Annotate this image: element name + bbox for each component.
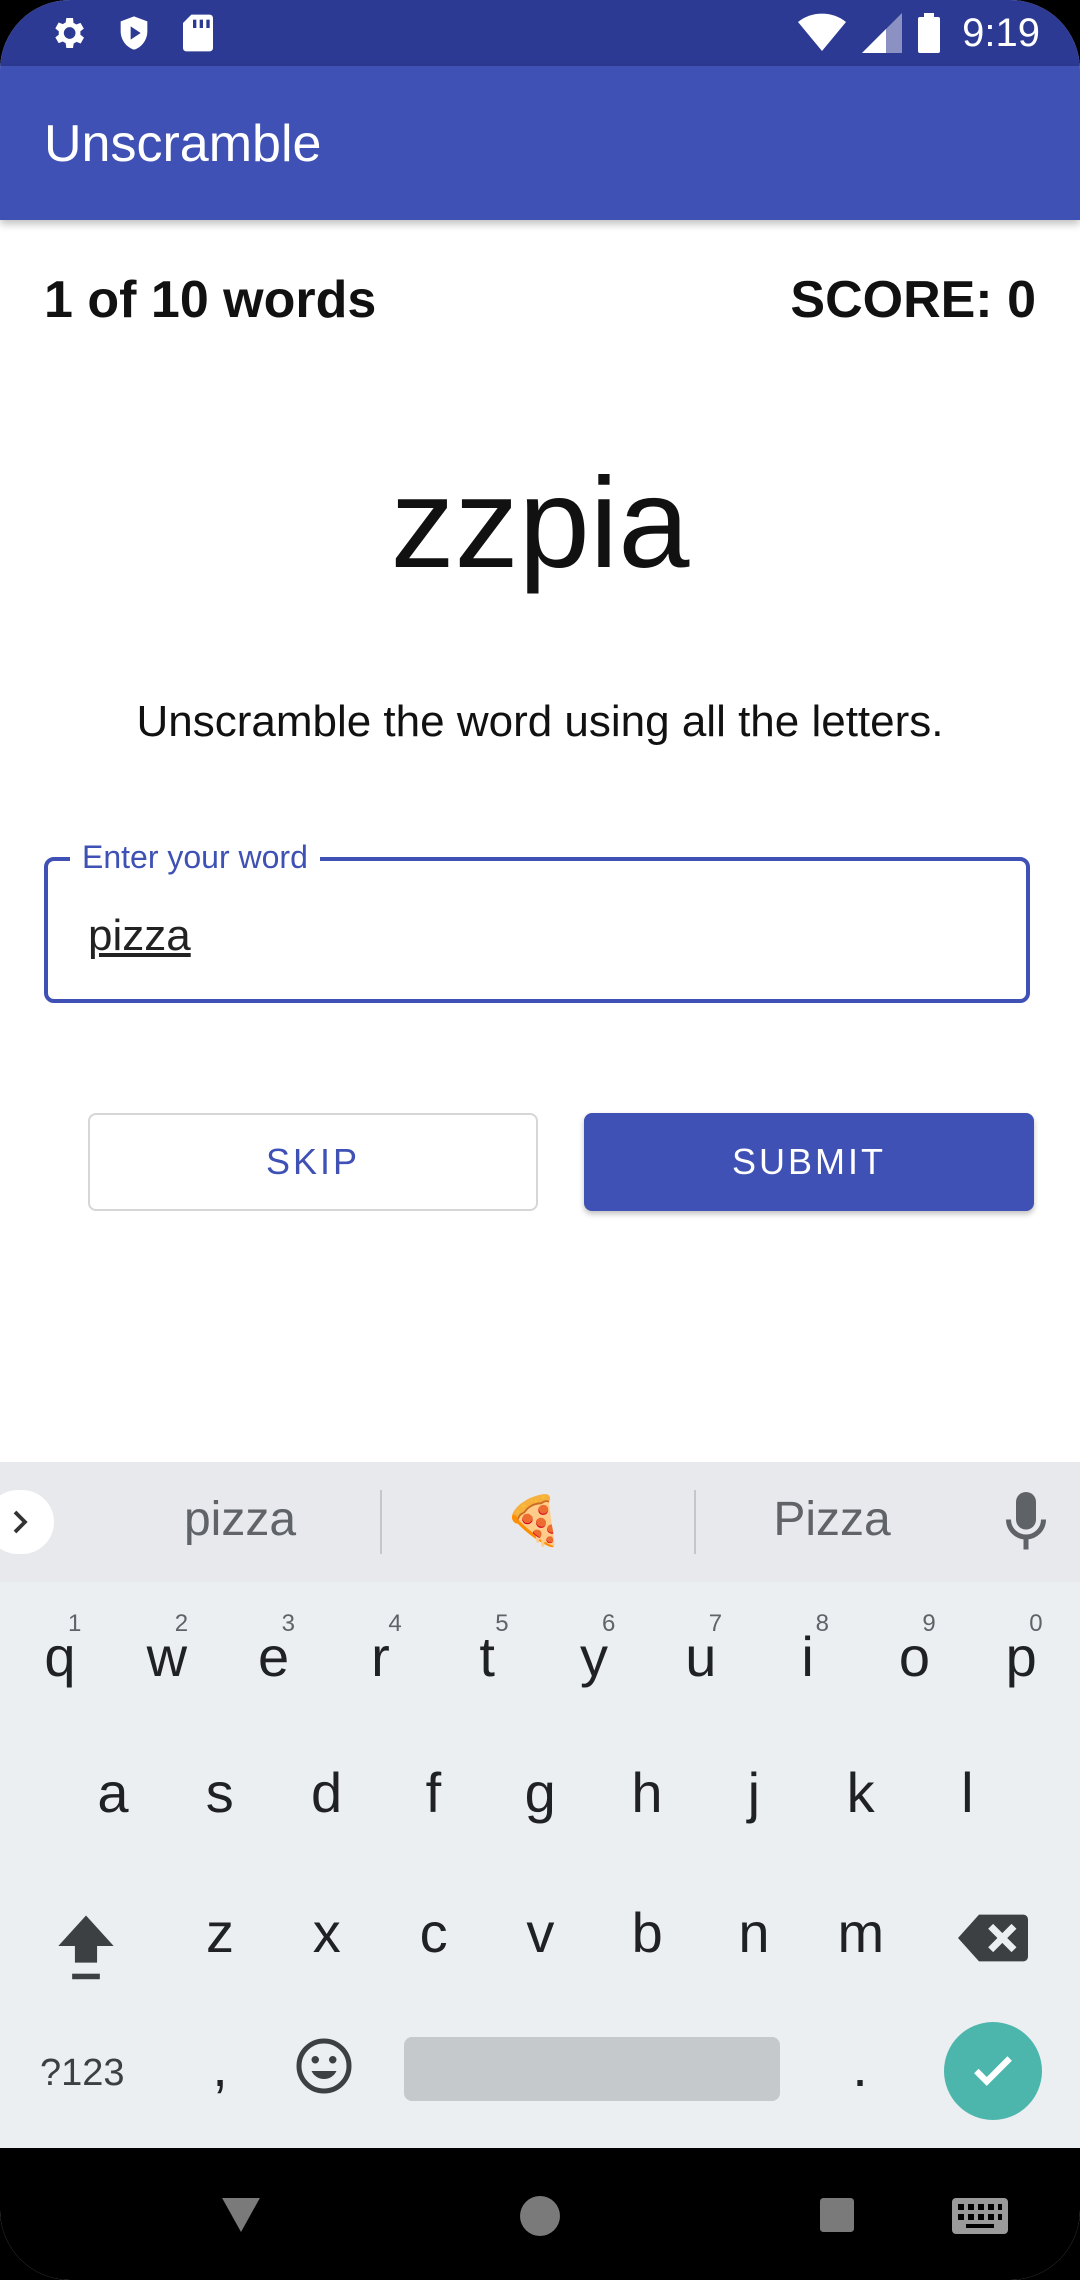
suggestion-divider [694,1490,696,1554]
key-hint-number: 8 [815,1610,829,1637]
submit-button[interactable]: SUBMIT [584,1113,1034,1211]
shift-icon[interactable] [52,1910,120,1982]
key-z[interactable]: z [180,1900,260,1965]
key-d[interactable]: d [287,1760,367,1825]
checkmark-icon [974,2056,1012,2086]
key-hint-number: 0 [1029,1610,1043,1637]
key-a[interactable]: a [73,1760,153,1825]
home-icon[interactable] [520,2196,560,2236]
sd-card-icon [183,14,213,52]
key-q[interactable]: q [20,1624,100,1689]
key-e[interactable]: e [234,1624,314,1689]
key-hint-number: 3 [281,1610,295,1637]
signal-icon [862,13,903,53]
suggestion-3[interactable]: Pizza [712,1492,952,1547]
navigation-bar [0,2148,1080,2280]
gear-icon [55,18,84,48]
key-hint-number: 7 [708,1610,723,1637]
key-m[interactable]: m [821,1900,901,1965]
key-y[interactable]: y [554,1624,634,1689]
key-l[interactable]: l [927,1760,1007,1825]
period-key[interactable]: . [820,2034,900,2099]
key-i[interactable]: i [768,1624,848,1689]
app-title: Unscramble [44,115,322,173]
key-n[interactable]: n [714,1900,794,1965]
phone-screen: 9:19 Unscramble 1 of 10 words SCORE: 0 z… [0,0,1080,2280]
expand-toolbar-button[interactable] [0,1490,54,1554]
battery-icon [918,13,941,53]
key-c[interactable]: c [394,1900,474,1965]
key-p[interactable]: p [981,1624,1061,1689]
key-hint-number: 6 [602,1610,616,1637]
key-f[interactable]: f [393,1760,473,1825]
key-x[interactable]: x [287,1900,367,1965]
key-t[interactable]: t [447,1624,527,1689]
symbols-key[interactable]: ?123 [40,2052,125,2095]
key-hint-number: 9 [922,1610,936,1637]
suggestion-2[interactable]: 🍕 [414,1492,654,1549]
status-bar: 9:19 [0,0,1080,66]
keyboard: ?123 , . q1 w2 e3 r4 t5 y6 u7 i8 o9 p0 asdfghjkl zx… [0,1582,1080,2148]
skip-button[interactable]: SKIP [88,1113,538,1211]
comma-key[interactable]: , [180,2034,260,2099]
wifi-icon [798,13,847,52]
shield-icon [120,16,148,50]
key-s[interactable]: s [180,1760,260,1825]
keyboard-switch-icon[interactable] [952,2198,1008,2234]
key-r[interactable]: r [340,1624,420,1689]
score: SCORE: 0 [790,271,1036,329]
instructions: Unscramble the word using all the letter… [136,697,944,746]
spacebar[interactable] [404,2037,780,2101]
emoji-icon[interactable] [294,2036,354,2096]
app-bar: Unscramble [0,66,1080,220]
suggestion-1[interactable]: pizza [120,1492,360,1547]
key-hint-number: 5 [495,1610,509,1637]
key-k[interactable]: k [821,1760,901,1825]
key-w[interactable]: w [127,1624,207,1689]
key-o[interactable]: o [874,1624,954,1689]
word-count: 1 of 10 words [44,271,377,329]
chevron-right-icon [13,1510,28,1534]
word-input-field[interactable]: Enter your word [44,839,1030,1003]
key-v[interactable]: v [500,1900,580,1965]
status-time: 9:19 [962,10,1040,55]
back-icon[interactable] [222,2198,260,2232]
suggestion-divider [380,1490,382,1554]
key-g[interactable]: g [500,1760,580,1825]
key-hint-number: 1 [68,1610,82,1637]
key-j[interactable]: j [714,1760,794,1825]
key-hint-number: 4 [388,1610,402,1637]
key-u[interactable]: u [661,1624,741,1689]
word-input[interactable] [88,911,988,961]
backspace-icon[interactable] [958,1910,1028,1966]
keyboard-suggestion-strip: pizza 🍕 Pizza [0,1462,1080,1582]
scrambled-word: zzpia [390,452,690,595]
word-input-label: Enter your word [70,839,320,876]
recents-icon[interactable] [820,2198,854,2232]
microphone-icon[interactable] [1004,1492,1048,1552]
key-b[interactable]: b [607,1900,687,1965]
key-h[interactable]: h [607,1760,687,1825]
enter-key[interactable] [944,2022,1042,2120]
key-hint-number: 2 [174,1610,189,1637]
